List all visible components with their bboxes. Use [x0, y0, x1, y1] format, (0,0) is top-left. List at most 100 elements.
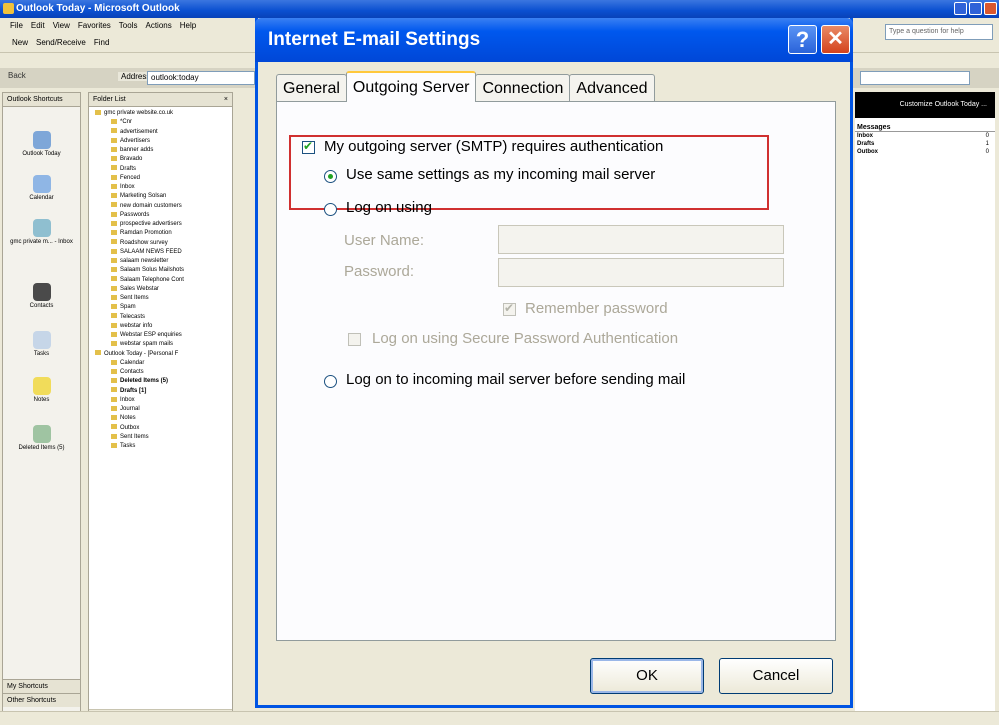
shortcut-label: Tasks	[33, 351, 50, 357]
close-pane-icon[interactable]: ×	[224, 93, 228, 107]
calendar-icon	[32, 175, 51, 193]
row-count: 0	[985, 149, 989, 155]
folder-item[interactable]: salaam newsletter	[89, 257, 232, 266]
address-input[interactable]: outlook:today	[147, 71, 255, 85]
user-name-field[interactable]	[498, 225, 784, 254]
folder-item[interactable]: *Cnr	[89, 118, 232, 127]
folder-item[interactable]: Notes	[89, 414, 232, 423]
menu-help[interactable]: Help	[180, 18, 196, 33]
smtp-auth-label[interactable]: My outgoing server (SMTP) requires authe…	[324, 138, 663, 155]
menu-favorites[interactable]: Favorites	[78, 18, 111, 33]
folder-item[interactable]: Outlook Today - [Personal F	[89, 350, 232, 359]
customize-outlook-today-link[interactable]: Customize Outlook Today ...	[855, 92, 995, 118]
other-shortcuts-group[interactable]: Other Shortcuts	[3, 693, 80, 707]
folder-item[interactable]: Tasks	[89, 442, 232, 451]
address-dropdown[interactable]	[860, 71, 970, 85]
password-field[interactable]	[498, 258, 784, 287]
folder-item[interactable]: Fenced	[89, 174, 232, 183]
folder-item[interactable]: Journal	[89, 405, 232, 414]
shortcut-contacts[interactable]: Contacts	[3, 283, 80, 309]
use-same-settings-label[interactable]: Use same settings as my incoming mail se…	[346, 166, 655, 183]
shortcuts-header[interactable]: Outlook Shortcuts	[3, 93, 80, 107]
folder-item[interactable]: Outbox	[89, 424, 232, 433]
folder-item[interactable]: Inbox	[89, 396, 232, 405]
tab-advanced[interactable]: Advanced	[569, 74, 655, 102]
folder-item[interactable]: banner adds	[89, 146, 232, 155]
folder-item[interactable]: Calendar	[89, 359, 232, 368]
close-button[interactable]	[984, 2, 997, 15]
log-on-using-radio[interactable]	[324, 203, 337, 216]
message-row-outbox[interactable]: Outbox 0	[855, 148, 995, 156]
my-shortcuts-group[interactable]: My Shortcuts	[3, 679, 80, 693]
minimize-button[interactable]	[954, 2, 967, 15]
shortcut-inbox[interactable]: gmc private m... - Inbox	[3, 219, 80, 245]
shortcut-calendar[interactable]: Calendar	[3, 175, 80, 201]
outlook-title-bar: Outlook Today - Microsoft Outlook	[0, 0, 999, 18]
tab-connection[interactable]: Connection	[475, 74, 571, 102]
folder-item[interactable]: advertisement	[89, 128, 232, 137]
folder-item[interactable]: Sales Webstar	[89, 285, 232, 294]
close-icon[interactable]: ✕	[821, 25, 850, 54]
folder-item[interactable]: Contacts	[89, 368, 232, 377]
folder-item[interactable]: Marketing Solsan	[89, 192, 232, 201]
folder-item[interactable]: webstar info	[89, 322, 232, 331]
folder-item[interactable]: Bravado	[89, 155, 232, 164]
log-on-incoming-radio[interactable]	[324, 375, 337, 388]
shortcut-notes[interactable]: Notes	[3, 377, 80, 403]
folder-item[interactable]: Drafts [1]	[89, 387, 232, 396]
folder-item[interactable]: Deleted Items (5)	[89, 377, 232, 386]
remember-password-checkbox[interactable]	[503, 301, 516, 316]
folder-item[interactable]: Drafts	[89, 165, 232, 174]
shortcut-outlook-today[interactable]: Outlook Today	[3, 131, 80, 157]
send-receive-button[interactable]: Send/Receive	[36, 33, 86, 52]
spa-checkbox[interactable]	[348, 333, 361, 346]
folder-item[interactable]: Sent Items	[89, 294, 232, 303]
row-name: Inbox	[857, 133, 873, 139]
folder-item[interactable]: Inbox	[89, 183, 232, 192]
folder-item[interactable]: Sent Items	[89, 433, 232, 442]
folder-item[interactable]: Roadshow survey	[89, 239, 232, 248]
tasks-icon	[32, 331, 51, 349]
outlook-today-icon	[32, 131, 51, 149]
menu-actions[interactable]: Actions	[145, 18, 171, 33]
tab-outgoing-server[interactable]: Outgoing Server	[345, 71, 477, 102]
folder-item[interactable]: webstar spam mails	[89, 340, 232, 349]
folder-item[interactable]: prospective advertisers	[89, 220, 232, 229]
folder-item[interactable]: Salaam Telephone Cont	[89, 276, 232, 285]
tab-general[interactable]: General	[276, 74, 347, 102]
folder-item[interactable]: Telecasts	[89, 313, 232, 322]
message-row-inbox[interactable]: Inbox 0	[855, 132, 995, 140]
dialog-title-bar[interactable]: Internet E-mail Settings ? ✕	[255, 18, 853, 62]
folder-item[interactable]: Webstar ESP enquiries	[89, 331, 232, 340]
message-row-drafts[interactable]: Drafts 1	[855, 140, 995, 148]
menu-edit[interactable]: Edit	[31, 18, 45, 33]
log-on-using-label[interactable]: Log on using	[346, 199, 432, 216]
ok-button[interactable]: OK	[590, 658, 704, 694]
menu-tools[interactable]: Tools	[119, 18, 138, 33]
folder-item[interactable]: SALAAM NEWS FEED	[89, 248, 232, 257]
cancel-button[interactable]: Cancel	[719, 658, 833, 694]
restore-button[interactable]	[969, 2, 982, 15]
folder-item[interactable]: Salaam Solus Mailshots	[89, 266, 232, 275]
menu-file[interactable]: File	[10, 18, 23, 33]
new-button[interactable]: New	[12, 33, 28, 52]
menu-view[interactable]: View	[53, 18, 70, 33]
folder-item[interactable]: new domain customers	[89, 202, 232, 211]
shortcut-deleted-items[interactable]: Deleted Items (5)	[3, 425, 80, 451]
folder-item[interactable]: Passwords	[89, 211, 232, 220]
use-same-settings-radio[interactable]	[324, 170, 337, 183]
find-button[interactable]: Find	[94, 33, 110, 52]
shortcut-label: Calendar	[29, 195, 54, 201]
folder-item[interactable]: gmc private website.co.uk	[89, 109, 232, 118]
log-on-incoming-label[interactable]: Log on to incoming mail server before se…	[346, 371, 685, 388]
folder-item[interactable]: Spam	[89, 303, 232, 312]
shortcut-tasks[interactable]: Tasks	[3, 331, 80, 357]
smtp-auth-checkbox[interactable]	[302, 139, 315, 154]
folder-item[interactable]: Advertisers	[89, 137, 232, 146]
password-label: Password:	[344, 263, 415, 280]
help-icon[interactable]: ?	[788, 25, 817, 54]
folder-item[interactable]: Ramdan Promotion	[89, 229, 232, 238]
shortcut-label: Notes	[33, 397, 50, 403]
shortcut-label: Deleted Items (5)	[18, 445, 65, 451]
back-button[interactable]: Back	[8, 71, 26, 80]
